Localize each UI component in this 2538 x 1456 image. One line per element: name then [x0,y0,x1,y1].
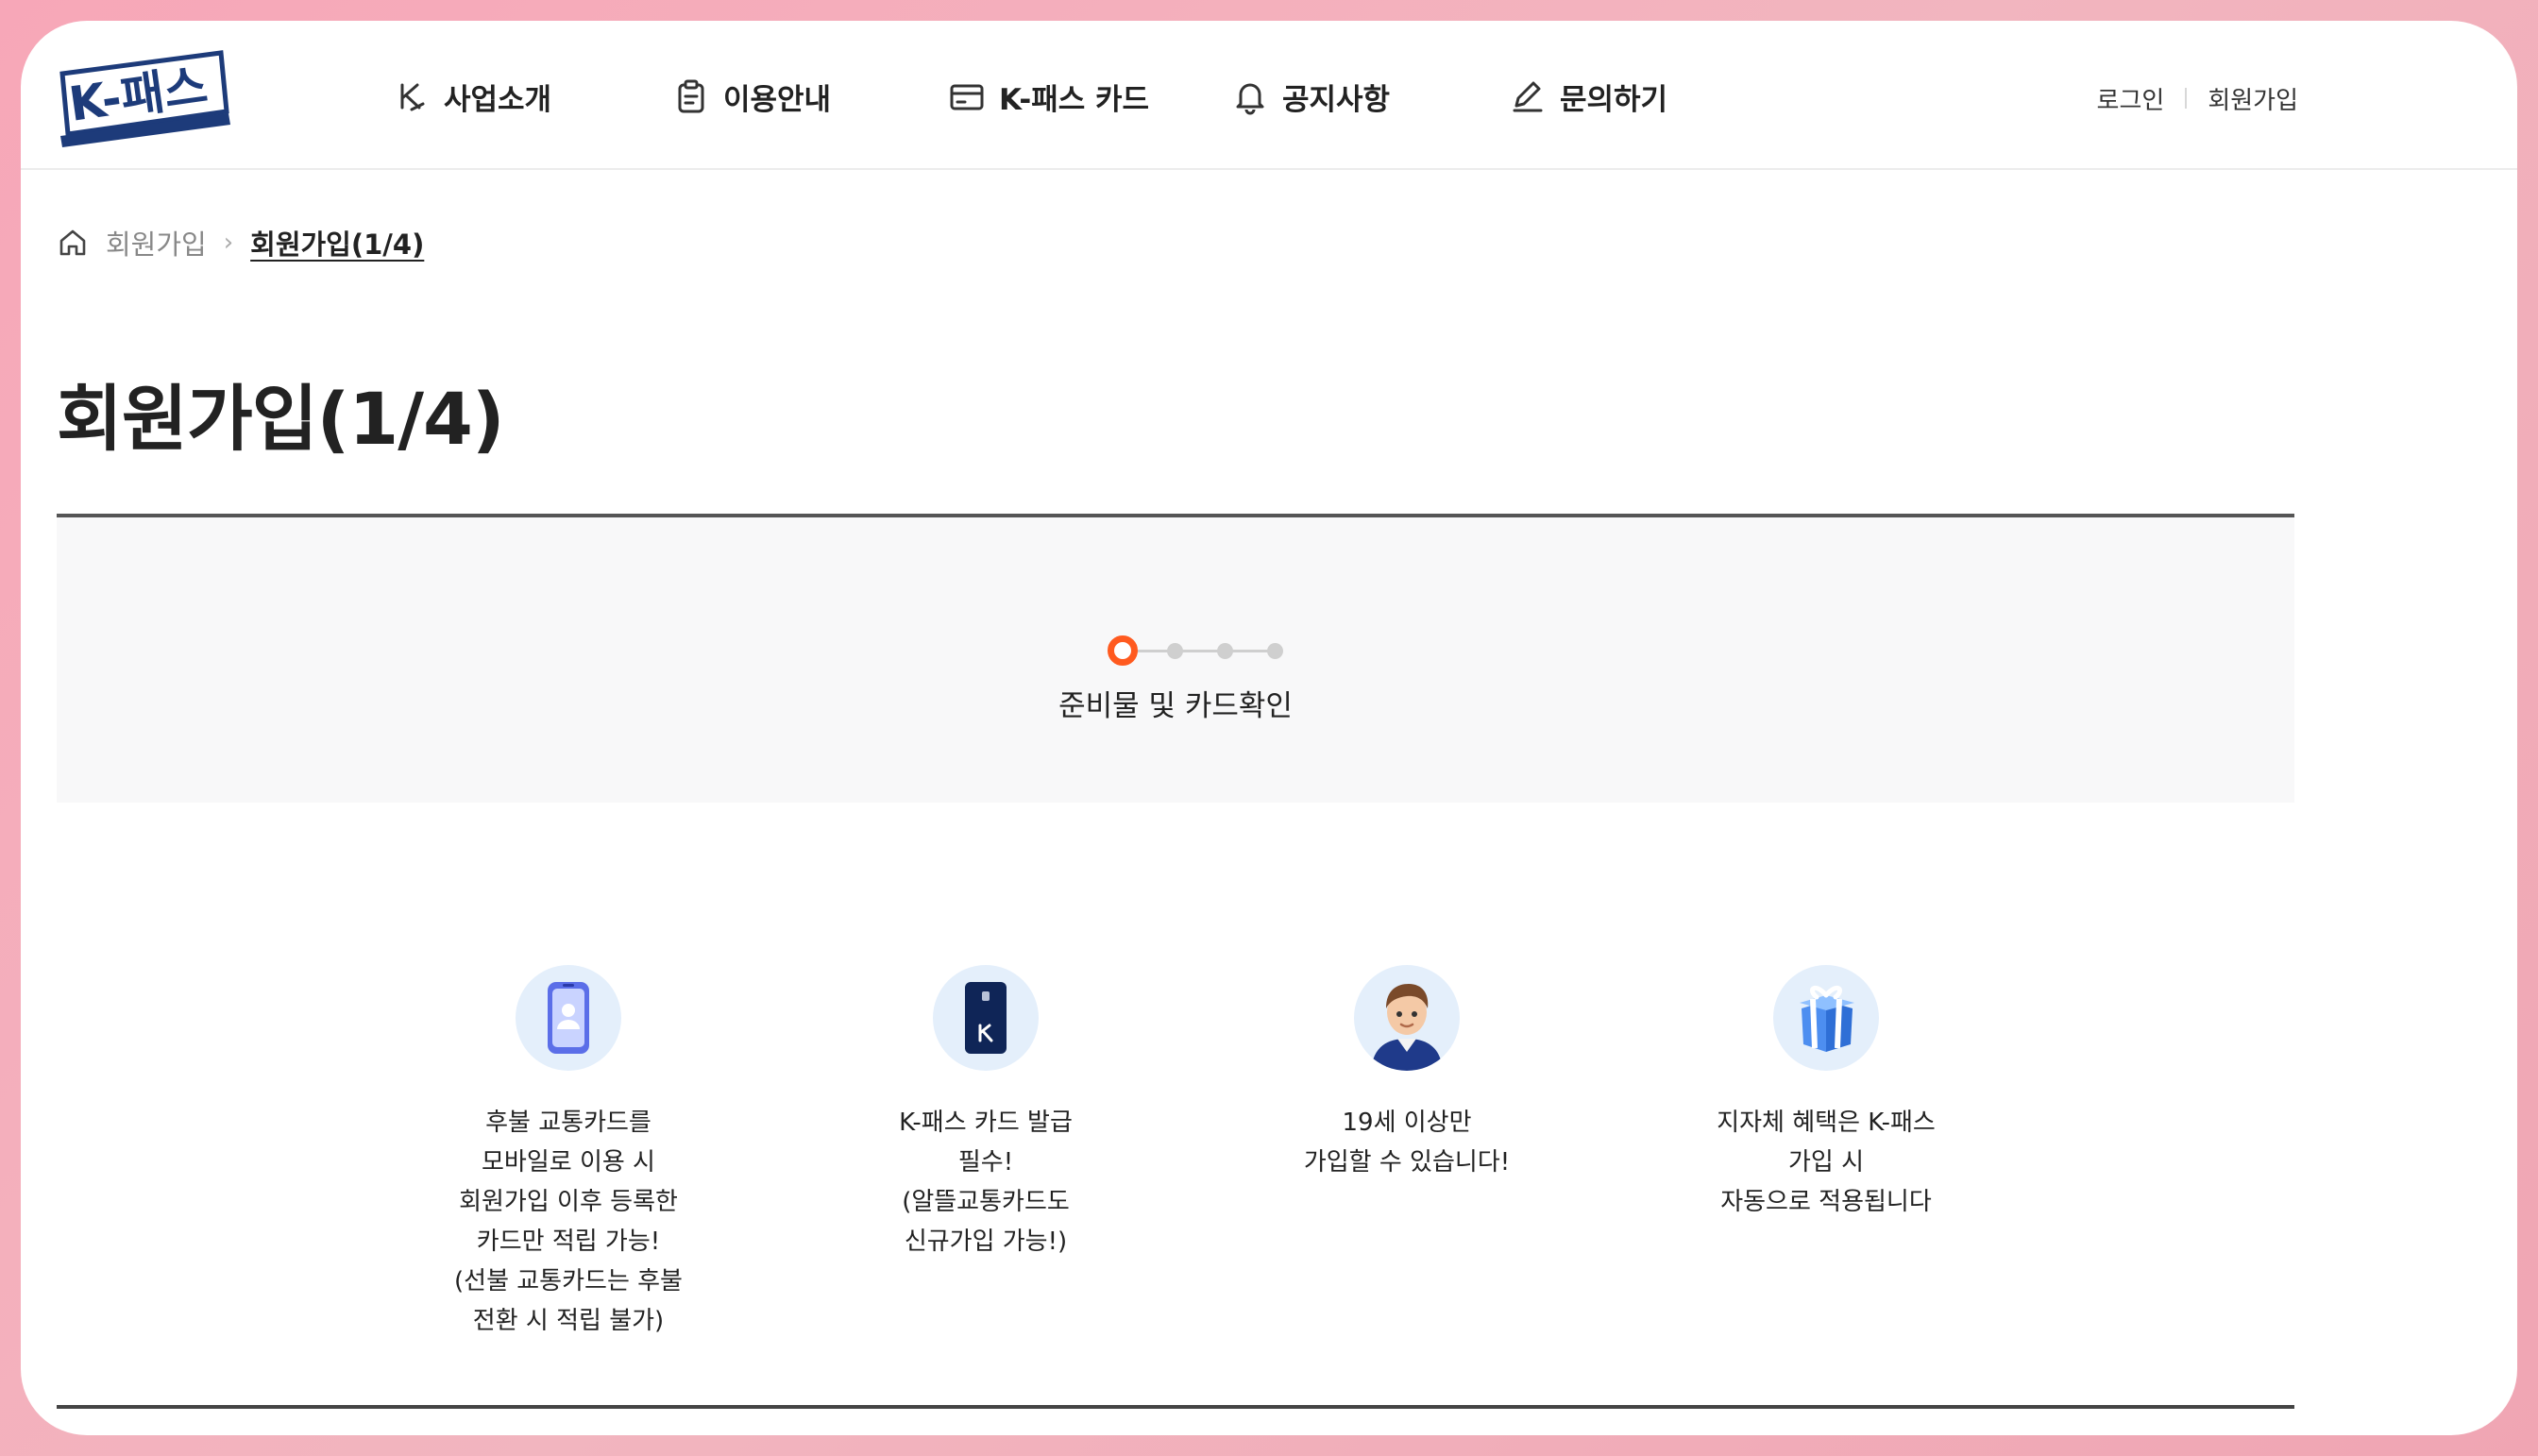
nav-item-notices[interactable]: 공지사항 [1231,70,1390,123]
nav-label: K-패스 카드 [999,82,1150,117]
step-dot-4 [1267,643,1283,659]
app-window: K-패스 사업소개 이용안내 K-패스 카드 공지사항 문의하기 로그인 회원가… [21,21,2517,1435]
nav-label: 사업소개 [444,82,552,117]
nav-label: 이용안내 [723,82,832,117]
nav-item-business-intro[interactable]: 사업소개 [393,70,551,123]
site-header: K-패스 사업소개 이용안내 K-패스 카드 공지사항 문의하기 로그인 회원가… [21,21,2517,170]
requirements-list: 후불 교통카드를 모바일로 이용 시 회원가입 이후 등록한 카드만 적립 가능… [21,965,2517,1380]
breadcrumb-parent[interactable]: 회원가입 [106,223,207,262]
requirement-item: 후불 교통카드를 모바일로 이용 시 회원가입 이후 등록한 카드만 적립 가능… [417,965,719,1341]
utility-links: 로그인 회원가입 [2097,77,2298,119]
step-dot-1-active [1108,635,1138,666]
requirement-item: K-패스 카드 발급 필수! (알뜰교통카드도 신규가입 가능!) [835,965,1137,1261]
signup-link[interactable]: 회원가입 [2208,81,2298,116]
step-dot-2 [1167,643,1183,659]
step-dot-3 [1217,643,1233,659]
nav-label: 문의하기 [1560,82,1668,117]
requirement-text: 지자체 혜택은 K-패스 가입 시 자동으로 적용됩니다 [1717,1109,1936,1216]
step-label: 준비물 및 카드확인 [1058,689,1293,723]
nav-item-inquiry[interactable]: 문의하기 [1509,70,1667,123]
person-avatar-icon [1354,965,1460,1071]
breadcrumb: 회원가입 › 회원가입(1/4) [57,219,424,266]
page-title: 회원가입(1/4) [57,377,505,461]
requirement-text: K-패스 카드 발급 필수! (알뜰교통카드도 신규가입 가능!) [899,1109,1073,1256]
divider [57,1405,2294,1409]
breadcrumb-current[interactable]: 회원가입(1/4) [250,223,424,262]
nav-label: 공지사항 [1282,82,1391,117]
step-indicator-panel: 준비물 및 카드확인 [57,517,2294,803]
bell-icon [1236,83,1264,115]
gift-box-icon [1773,965,1879,1071]
nav-item-k-pass-card[interactable]: K-패스 카드 [948,70,1149,123]
card-icon [950,84,984,110]
requirement-item: 지자체 혜택은 K-패스 가입 시 자동으로 적용됩니다 [1675,965,1977,1222]
nav-item-usage-guide[interactable]: 이용안내 [672,70,831,123]
home-icon[interactable] [57,227,89,259]
login-link[interactable]: 로그인 [2097,81,2165,116]
requirement-text: 19세 이상만 가입할 수 있습니다! [1303,1109,1511,1177]
requirement-text: 후불 교통카드를 모바일로 이용 시 회원가입 이후 등록한 카드만 적립 가능… [454,1109,683,1335]
requirement-item: 19세 이상만 가입할 수 있습니다! [1256,965,1558,1182]
mobile-phone-icon [516,965,621,1071]
step-progress [1108,635,1287,666]
clipboard-icon [678,79,704,113]
step-track [1123,650,1274,652]
k-pass-card-icon [933,965,1039,1071]
pencil-icon [1513,81,1543,112]
divider [2185,88,2188,109]
chevron-right-icon: › [223,229,234,257]
k-logo-icon [400,83,425,111]
